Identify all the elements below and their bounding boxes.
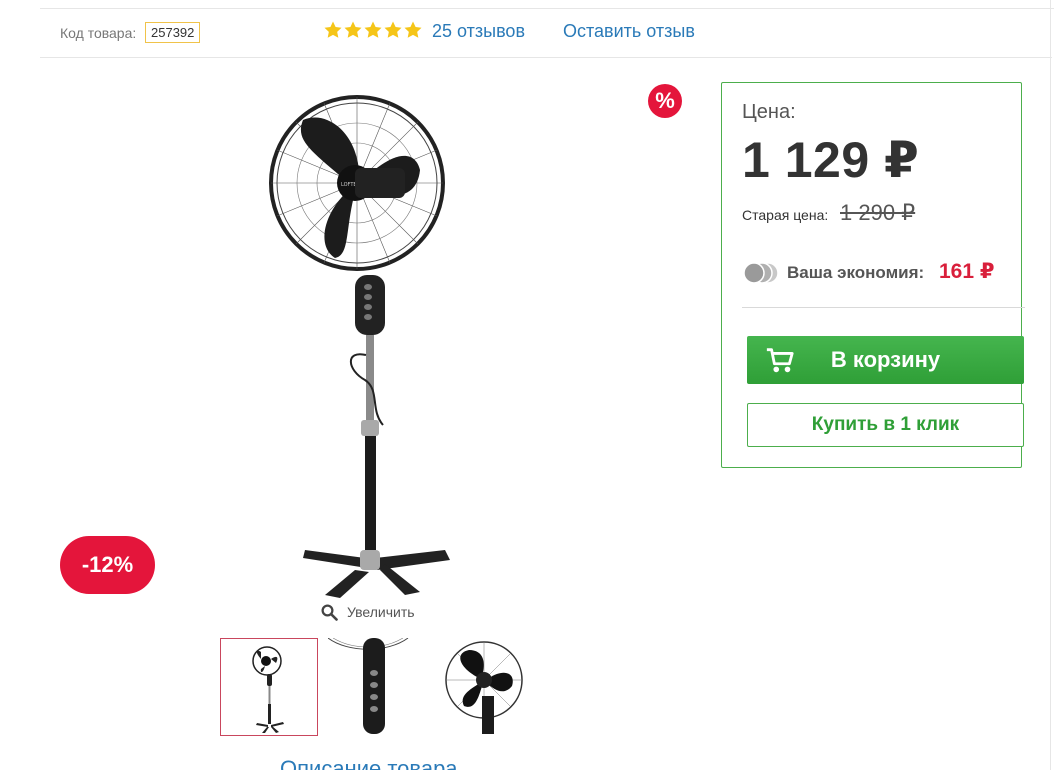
product-image[interactable]: LOFTER <box>255 80 475 600</box>
add-to-cart-button[interactable]: В корзину <box>747 336 1024 384</box>
discount-badge: -12% <box>60 536 155 594</box>
rating-stars <box>323 20 423 40</box>
price-label: Цена: <box>742 101 796 123</box>
magnifier-icon <box>321 604 338 621</box>
zoom-label: Увеличить <box>347 604 415 620</box>
product-info-bar: Код товара: 257392 25 отзывов Оставить о… <box>40 9 1052 58</box>
thumbnail-3[interactable] <box>434 638 530 734</box>
buy-one-click-label: Купить в 1 клик <box>811 414 960 435</box>
right-divider <box>1050 0 1051 770</box>
sale-percent-badge: % <box>648 84 682 118</box>
reviews-link[interactable]: 25 отзывов <box>432 21 525 42</box>
star-icon <box>384 21 402 38</box>
leave-review-link[interactable]: Оставить отзыв <box>563 21 695 42</box>
price-divider <box>742 307 1025 308</box>
buy-one-click-button[interactable]: Купить в 1 клик <box>747 403 1024 447</box>
thumbnail-1[interactable] <box>220 638 318 736</box>
add-to-cart-label: В корзину <box>830 347 941 372</box>
tab-description[interactable]: Описание товара <box>280 756 458 770</box>
price-box: Цена: 1 129 ₽ Старая цена: 1 290 ₽ Ваша … <box>721 82 1025 468</box>
cart-icon <box>766 348 794 373</box>
savings-value: 161 ₽ <box>939 260 995 283</box>
product-page: Код товара: 257392 25 отзывов Оставить о… <box>0 0 1054 770</box>
thumbnail-strip <box>220 638 530 736</box>
sku-value: 257392 <box>145 22 201 43</box>
star-icon <box>344 21 362 38</box>
savings-label: Ваша экономия: <box>787 263 925 282</box>
old-price-label: Старая цена: <box>742 207 829 223</box>
zoom-button[interactable]: Увеличить <box>320 603 415 621</box>
star-icon <box>364 21 382 38</box>
old-price-value: 1 290 ₽ <box>840 200 916 225</box>
sku-label: Код товара: <box>60 25 137 41</box>
price-value: 1 129 ₽ <box>742 132 920 188</box>
star-icon <box>324 21 342 38</box>
thumbnail-2[interactable] <box>328 638 424 734</box>
star-icon <box>404 21 422 38</box>
coins-icon <box>743 262 779 284</box>
